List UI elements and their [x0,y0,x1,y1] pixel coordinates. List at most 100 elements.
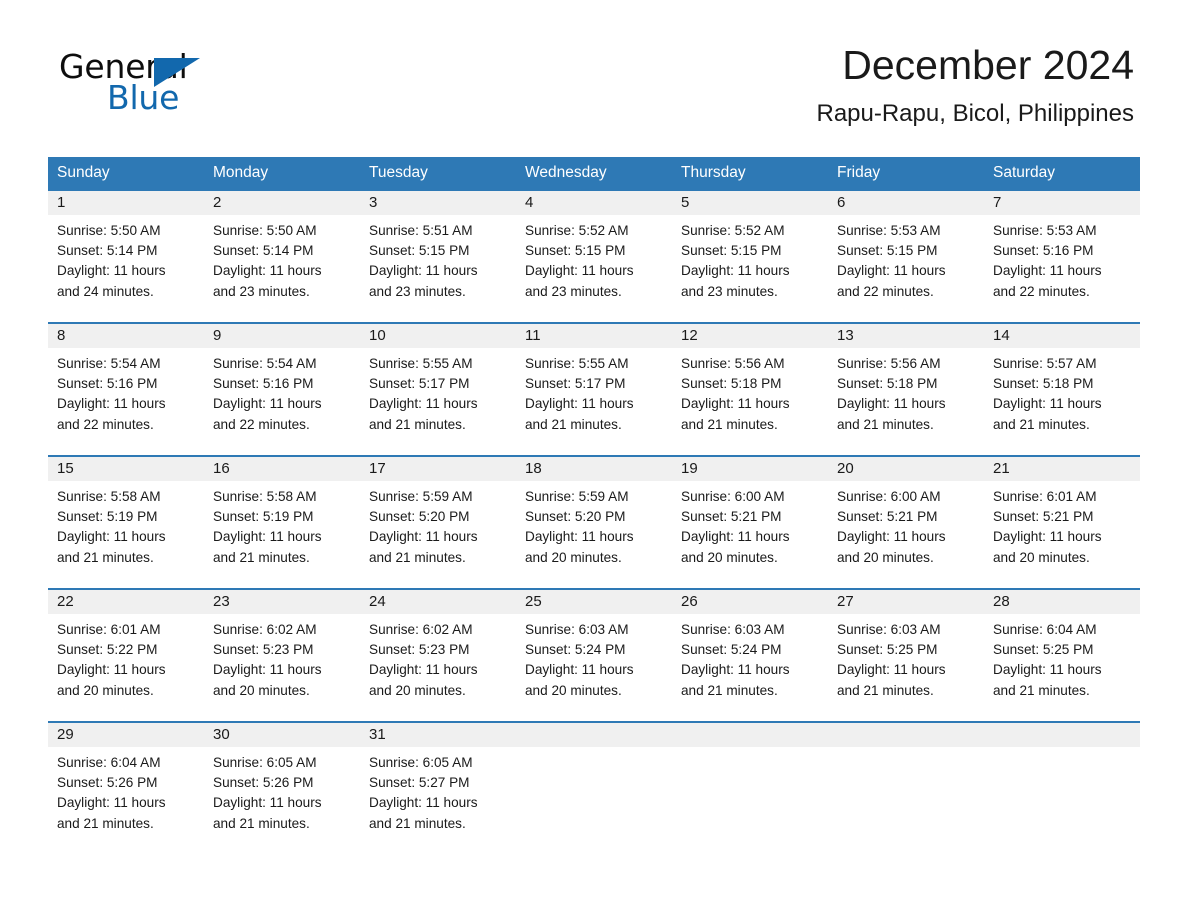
day-cell[interactable]: 20 Sunrise: 6:00 AM Sunset: 5:21 PM Dayl… [828,457,984,588]
calendar-week-row: 15 Sunrise: 5:58 AM Sunset: 5:19 PM Dayl… [48,455,1140,588]
day-number: 12 [681,327,698,344]
daylight-text-line2: and 21 minutes. [57,815,154,831]
day-cell[interactable]: 24 Sunrise: 6:02 AM Sunset: 5:23 PM Dayl… [360,590,516,721]
day-cell[interactable]: 25 Sunrise: 6:03 AM Sunset: 5:24 PM Dayl… [516,590,672,721]
day-cell[interactable]: 17 Sunrise: 5:59 AM Sunset: 5:20 PM Dayl… [360,457,516,588]
daylight-text-line1: Daylight: 11 hours [57,662,166,678]
day-cell-empty [516,723,672,854]
day-details: Sunrise: 6:03 AM Sunset: 5:24 PM Dayligh… [681,620,819,701]
daylight-text-line2: and 21 minutes. [837,416,934,432]
sunrise-text: Sunrise: 5:55 AM [369,356,473,371]
day-number: 31 [369,726,386,743]
daylight-text-line2: and 23 minutes. [213,283,310,299]
daylight-text-line1: Daylight: 11 hours [369,396,478,412]
daylight-text-line1: Daylight: 11 hours [837,662,946,678]
day-cell[interactable]: 21 Sunrise: 6:01 AM Sunset: 5:21 PM Dayl… [984,457,1140,588]
day-number: 26 [681,593,698,610]
daylight-text-line2: and 23 minutes. [369,283,466,299]
sunrise-text: Sunrise: 5:58 AM [213,489,317,504]
daylight-text-line2: and 21 minutes. [369,549,466,565]
daylight-text-line2: and 20 minutes. [525,549,622,565]
day-cell[interactable]: 22 Sunrise: 6:01 AM Sunset: 5:22 PM Dayl… [48,590,204,721]
daylight-text-line1: Daylight: 11 hours [525,529,634,545]
day-cell[interactable]: 16 Sunrise: 5:58 AM Sunset: 5:19 PM Dayl… [204,457,360,588]
sunset-text: Sunset: 5:24 PM [525,642,626,658]
daylight-text-line1: Daylight: 11 hours [525,263,634,279]
general-blue-logo[interactable]: General Blue [59,48,209,117]
day-cell[interactable]: 27 Sunrise: 6:03 AM Sunset: 5:25 PM Dayl… [828,590,984,721]
day-cell[interactable]: 14 Sunrise: 5:57 AM Sunset: 5:18 PM Dayl… [984,324,1140,455]
weekday-header-friday: Friday [837,164,881,181]
day-details: Sunrise: 5:54 AM Sunset: 5:16 PM Dayligh… [213,354,351,435]
sunrise-text: Sunrise: 5:56 AM [681,356,785,371]
sunrise-text: Sunrise: 5:50 AM [213,223,317,238]
sunset-text: Sunset: 5:26 PM [213,775,314,791]
day-number: 5 [681,194,690,211]
sunrise-text: Sunrise: 5:52 AM [681,223,785,238]
day-cell[interactable]: 5 Sunrise: 5:52 AM Sunset: 5:15 PM Dayli… [672,191,828,322]
daylight-text-line1: Daylight: 11 hours [681,263,790,279]
daylight-text-line1: Daylight: 11 hours [369,263,478,279]
day-cell[interactable]: 6 Sunrise: 5:53 AM Sunset: 5:15 PM Dayli… [828,191,984,322]
sunset-text: Sunset: 5:15 PM [369,243,470,259]
sunrise-text: Sunrise: 5:59 AM [369,489,473,504]
day-cell[interactable]: 30 Sunrise: 6:05 AM Sunset: 5:26 PM Dayl… [204,723,360,854]
day-details: Sunrise: 6:00 AM Sunset: 5:21 PM Dayligh… [837,487,975,568]
day-number: 21 [993,460,1010,477]
daylight-text-line1: Daylight: 11 hours [57,795,166,811]
daylight-text-line2: and 24 minutes. [57,283,154,299]
day-details: Sunrise: 5:50 AM Sunset: 5:14 PM Dayligh… [213,221,351,302]
sunrise-text: Sunrise: 6:03 AM [681,622,785,637]
sunset-text: Sunset: 5:25 PM [837,642,938,658]
daylight-text-line1: Daylight: 11 hours [213,396,322,412]
day-cell[interactable]: 2 Sunrise: 5:50 AM Sunset: 5:14 PM Dayli… [204,191,360,322]
day-cell[interactable]: 26 Sunrise: 6:03 AM Sunset: 5:24 PM Dayl… [672,590,828,721]
day-cell[interactable]: 8 Sunrise: 5:54 AM Sunset: 5:16 PM Dayli… [48,324,204,455]
daylight-text-line1: Daylight: 11 hours [993,529,1102,545]
day-cell[interactable]: 3 Sunrise: 5:51 AM Sunset: 5:15 PM Dayli… [360,191,516,322]
day-details: Sunrise: 5:58 AM Sunset: 5:19 PM Dayligh… [57,487,195,568]
weekday-header-sunday: Sunday [57,164,110,181]
day-cell[interactable]: 29 Sunrise: 6:04 AM Sunset: 5:26 PM Dayl… [48,723,204,854]
daylight-text-line1: Daylight: 11 hours [681,529,790,545]
day-number: 18 [525,460,542,477]
day-cell[interactable]: 4 Sunrise: 5:52 AM Sunset: 5:15 PM Dayli… [516,191,672,322]
day-number: 9 [213,327,222,344]
day-cell[interactable]: 9 Sunrise: 5:54 AM Sunset: 5:16 PM Dayli… [204,324,360,455]
day-details: Sunrise: 5:52 AM Sunset: 5:15 PM Dayligh… [525,221,663,302]
day-cell[interactable]: 12 Sunrise: 5:56 AM Sunset: 5:18 PM Dayl… [672,324,828,455]
day-cell[interactable]: 11 Sunrise: 5:55 AM Sunset: 5:17 PM Dayl… [516,324,672,455]
day-cell[interactable]: 19 Sunrise: 6:00 AM Sunset: 5:21 PM Dayl… [672,457,828,588]
daylight-text-line1: Daylight: 11 hours [57,529,166,545]
day-cell[interactable]: 31 Sunrise: 6:05 AM Sunset: 5:27 PM Dayl… [360,723,516,854]
sunrise-text: Sunrise: 5:54 AM [57,356,161,371]
daylight-text-line1: Daylight: 11 hours [681,396,790,412]
sunset-text: Sunset: 5:17 PM [369,376,470,392]
day-details: Sunrise: 6:05 AM Sunset: 5:27 PM Dayligh… [369,753,507,834]
day-cell[interactable]: 18 Sunrise: 5:59 AM Sunset: 5:20 PM Dayl… [516,457,672,588]
day-cell[interactable]: 23 Sunrise: 6:02 AM Sunset: 5:23 PM Dayl… [204,590,360,721]
daylight-text-line1: Daylight: 11 hours [369,529,478,545]
daylight-text-line2: and 23 minutes. [681,283,778,299]
sunrise-text: Sunrise: 5:55 AM [525,356,629,371]
daylight-text-line1: Daylight: 11 hours [57,396,166,412]
calendar-week-row: 8 Sunrise: 5:54 AM Sunset: 5:16 PM Dayli… [48,322,1140,455]
day-cell[interactable]: 10 Sunrise: 5:55 AM Sunset: 5:17 PM Dayl… [360,324,516,455]
day-details: Sunrise: 6:04 AM Sunset: 5:25 PM Dayligh… [993,620,1131,701]
day-details: Sunrise: 5:54 AM Sunset: 5:16 PM Dayligh… [57,354,195,435]
calendar-week-row: 29 Sunrise: 6:04 AM Sunset: 5:26 PM Dayl… [48,721,1140,854]
logo-word-blue: Blue [107,78,180,117]
day-cell[interactable]: 28 Sunrise: 6:04 AM Sunset: 5:25 PM Dayl… [984,590,1140,721]
sunset-text: Sunset: 5:24 PM [681,642,782,658]
day-cell-empty [984,723,1140,854]
day-cell[interactable]: 15 Sunrise: 5:58 AM Sunset: 5:19 PM Dayl… [48,457,204,588]
day-cell[interactable]: 7 Sunrise: 5:53 AM Sunset: 5:16 PM Dayli… [984,191,1140,322]
day-cell[interactable]: 1 Sunrise: 5:50 AM Sunset: 5:14 PM Dayli… [48,191,204,322]
day-cell[interactable]: 13 Sunrise: 5:56 AM Sunset: 5:18 PM Dayl… [828,324,984,455]
title-block: December 2024 Rapu-Rapu, Bicol, Philippi… [816,40,1134,128]
day-details: Sunrise: 5:55 AM Sunset: 5:17 PM Dayligh… [525,354,663,435]
sunset-text: Sunset: 5:18 PM [837,376,938,392]
sunset-text: Sunset: 5:20 PM [525,509,626,525]
day-number: 19 [681,460,698,477]
day-details: Sunrise: 6:01 AM Sunset: 5:22 PM Dayligh… [57,620,195,701]
